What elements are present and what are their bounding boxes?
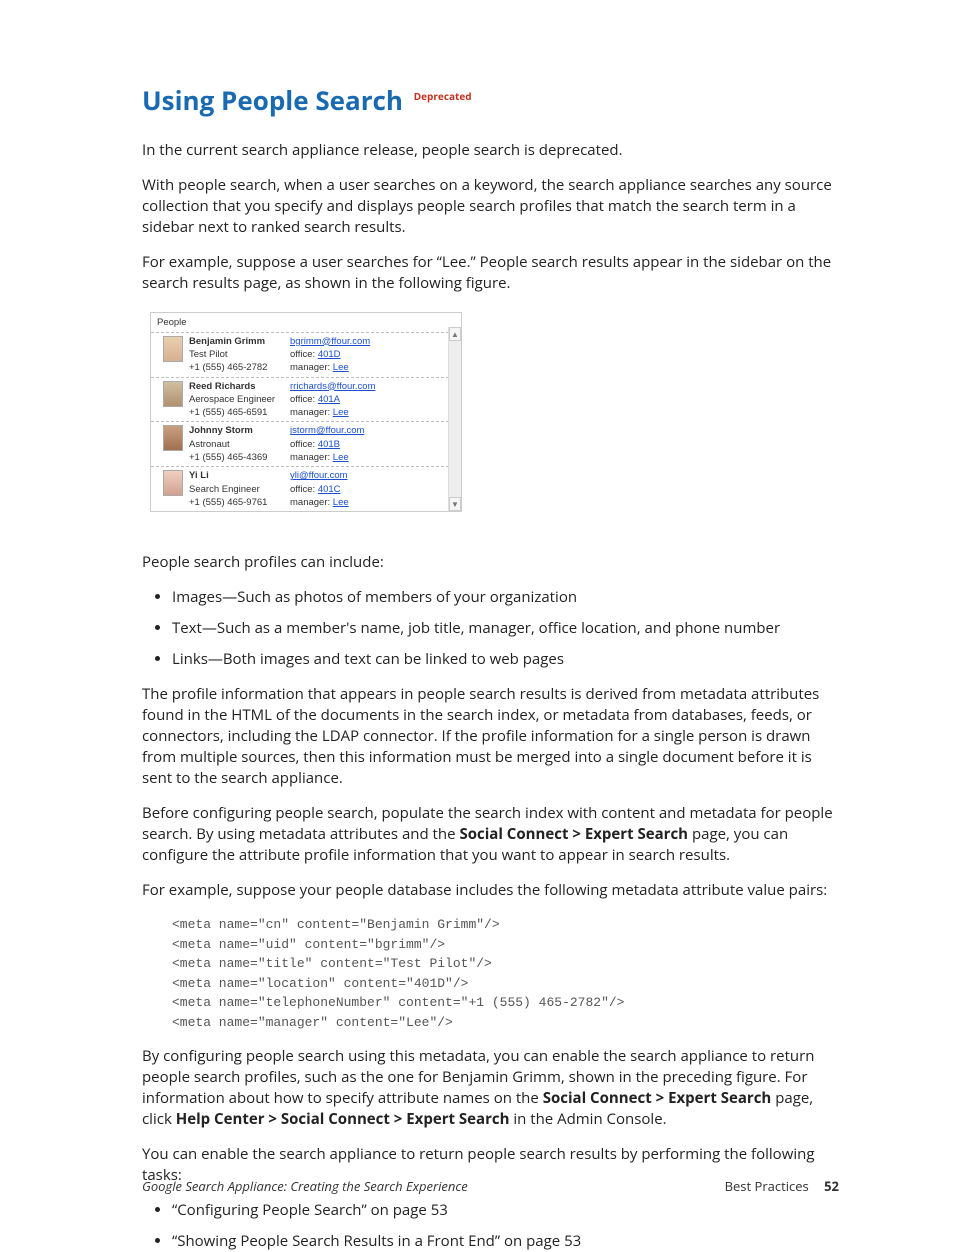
paragraph: By configuring people search using this … [142,1046,839,1130]
people-row: Yi Li Search Engineer +1 (555) 465-9761 … [151,466,449,511]
office-label: office: [290,349,315,360]
office-label: office: [290,484,315,495]
person-email-link[interactable]: yli@ffour.com [290,470,348,481]
scroll-down-icon[interactable]: ▼ [449,497,461,511]
paragraph: Before configuring people search, popula… [142,803,839,866]
heading-text: Using People Search [142,82,403,118]
avatar [163,470,183,496]
page-heading: Using People Search Deprecated [142,82,839,118]
person-title: Search Engineer [189,483,284,496]
manager-label: manager: [290,362,330,373]
person-email-link[interactable]: jstorm@ffour.com [290,425,364,436]
person-name: Yi Li [189,469,284,482]
paragraph: With people search, when a user searches… [142,175,839,238]
avatar [163,381,183,407]
people-row: Benjamin Grimm Test Pilot +1 (555) 465-2… [151,332,449,377]
scroll-up-icon[interactable]: ▲ [449,327,461,341]
office-label: office: [290,394,315,405]
list-item: Text—Such as a member's name, job title,… [172,618,839,639]
scrollbar[interactable]: ▲ ▼ [448,327,461,511]
people-rows: Benjamin Grimm Test Pilot +1 (555) 465-2… [151,332,449,512]
person-phone: +1 (555) 465-2782 [189,361,284,374]
tasks-list: “Configuring People Search” on page 53 “… [142,1200,839,1252]
person-email-link[interactable]: rrichards@ffour.com [290,381,376,392]
paragraph: For example, suppose a user searches for… [142,252,839,294]
list-item: “Showing People Search Results in a Fron… [172,1231,839,1252]
list-item: Links—Both images and text can be linked… [172,649,839,670]
footer-page-number: 52 [824,1177,839,1195]
person-email-link[interactable]: bgrimm@ffour.com [290,336,370,347]
paragraph: For example, suppose your people databas… [142,880,839,901]
people-box-title: People [151,313,461,331]
person-phone: +1 (555) 465-4369 [189,451,284,464]
person-manager-link[interactable]: Lee [333,362,349,373]
person-name: Benjamin Grimm [189,335,284,348]
person-office-link[interactable]: 401D [318,349,341,360]
manager-label: manager: [290,407,330,418]
paragraph: The profile information that appears in … [142,684,839,789]
deprecated-badge: Deprecated [414,89,472,103]
person-name: Johnny Storm [189,424,284,437]
person-manager-link[interactable]: Lee [333,497,349,508]
nav-path: Social Connect > Expert Search [459,824,688,844]
person-name: Reed Richards [189,380,284,393]
person-title: Astronaut [189,438,284,451]
person-office-link[interactable]: 401C [318,484,341,495]
person-office-link[interactable]: 401B [318,439,340,450]
footer-doc-title: Google Search Appliance: Creating the Se… [142,1177,468,1195]
code-block: <meta name="cn" content="Benjamin Grimm"… [172,915,839,1032]
office-label: office: [290,439,315,450]
paragraph: People search profiles can include: [142,552,839,573]
person-manager-link[interactable]: Lee [333,452,349,463]
page-footer: Google Search Appliance: Creating the Se… [142,1177,839,1195]
people-row: Reed Richards Aerospace Engineer +1 (555… [151,377,449,422]
person-phone: +1 (555) 465-9761 [189,496,284,509]
avatar [163,336,183,362]
person-office-link[interactable]: 401A [318,394,340,405]
person-title: Aerospace Engineer [189,393,284,406]
list-item: “Configuring People Search” on page 53 [172,1200,839,1221]
nav-path: Social Connect > Expert Search [543,1088,772,1108]
manager-label: manager: [290,452,330,463]
people-search-figure: People Benjamin Grimm Test Pilot +1 (555… [150,312,462,512]
person-manager-link[interactable]: Lee [333,407,349,418]
avatar [163,425,183,451]
paragraph: In the current search appliance release,… [142,140,839,161]
includes-list: Images—Such as photos of members of your… [142,587,839,670]
manager-label: manager: [290,497,330,508]
nav-path: Help Center > Social Connect > Expert Se… [176,1109,510,1129]
people-row: Johnny Storm Astronaut +1 (555) 465-4369… [151,421,449,466]
list-item: Images—Such as photos of members of your… [172,587,839,608]
person-title: Test Pilot [189,348,284,361]
person-phone: +1 (555) 465-6591 [189,406,284,419]
footer-section: Best Practices [725,1177,809,1195]
